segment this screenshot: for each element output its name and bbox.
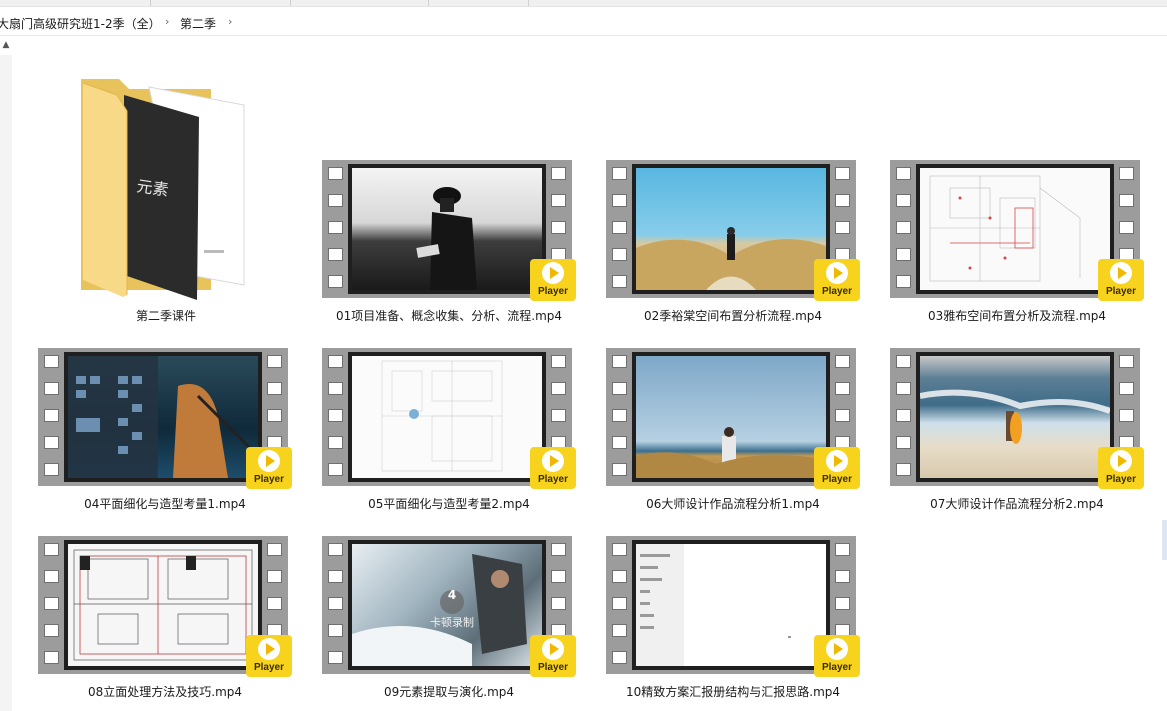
play-icon (1110, 262, 1132, 284)
player-badge: Player (814, 259, 860, 301)
play-icon (1110, 450, 1132, 472)
video-file-item[interactable]: Player 04平面细化与造型考量1.mp4 (38, 348, 308, 518)
video-file-item[interactable]: Player 06大师设计作品流程分析1.mp4 (606, 348, 876, 518)
overlay-text: 卡顿录制 (430, 616, 474, 629)
folder-item[interactable]: 元素 第二季课件 (39, 75, 293, 325)
player-badge: Player (814, 447, 860, 489)
file-name: 09元素提取与演化.mp4 (383, 685, 515, 699)
tab-strip (0, 0, 1167, 7)
play-icon (258, 450, 280, 472)
player-badge: Player (1098, 447, 1144, 489)
play-icon (542, 262, 564, 284)
play-icon (826, 638, 848, 660)
play-icon (826, 450, 848, 472)
player-badge: Player (1098, 259, 1144, 301)
vertical-scrollbar[interactable] (0, 55, 12, 711)
file-name: 01项目准备、概念收集、分析、流程.mp4 (335, 309, 563, 323)
file-name: 07大师设计作品流程分析2.mp4 (930, 497, 1104, 511)
file-name: 03雅布空间布置分析及流程.mp4 (927, 309, 1107, 323)
player-badge: Player (530, 259, 576, 301)
play-icon (542, 638, 564, 660)
chevron-right-icon[interactable]: › (228, 15, 232, 28)
file-name: 10精致方案汇报册结构与汇报思路.mp4 (625, 685, 841, 699)
play-icon (258, 638, 280, 660)
video-file-item[interactable]: Player 08立面处理方法及技巧.mp4 (38, 536, 308, 706)
video-file-item[interactable]: Player 01项目准备、概念收集、分析、流程.mp4 (322, 160, 592, 330)
player-badge: Player (530, 635, 576, 677)
chevron-right-icon[interactable]: › (165, 15, 169, 28)
file-name: 08立面处理方法及技巧.mp4 (87, 685, 243, 699)
breadcrumb: 大扇门高级研究班1-2季（全） › 第二季 › (0, 7, 1167, 36)
folder-icon: 元素 (81, 79, 245, 300)
video-file-item[interactable]: 4 卡顿录制 Player 09元素提取与演化.mp4 (322, 536, 592, 706)
player-badge: Player (246, 447, 292, 489)
scroll-up-arrow-icon[interactable]: ▲ (0, 40, 12, 52)
player-badge: Player (530, 447, 576, 489)
play-icon (826, 262, 848, 284)
video-file-item[interactable]: Player 05平面细化与造型考量2.mp4 (322, 348, 592, 518)
video-file-item[interactable]: Player 07大师设计作品流程分析2.mp4 (890, 348, 1160, 518)
video-file-item[interactable]: Player 02季裕棠空间布置分析流程.mp4 (606, 160, 876, 330)
video-file-item[interactable]: Player 10精致方案汇报册结构与汇报思路.mp4 (606, 536, 876, 706)
player-badge: Player (246, 635, 292, 677)
player-badge: Player (814, 635, 860, 677)
overlay-number: 4 (447, 588, 457, 602)
video-file-item[interactable]: Player 03雅布空间布置分析及流程.mp4 (890, 160, 1160, 330)
play-icon (542, 450, 564, 472)
breadcrumb-item-season[interactable]: 第二季 (180, 15, 216, 32)
file-name: 04平面细化与造型考量1.mp4 (84, 497, 246, 511)
right-edge-handle (1162, 520, 1167, 560)
file-name: 05平面细化与造型考量2.mp4 (368, 497, 530, 511)
file-name: 06大师设计作品流程分析1.mp4 (646, 497, 820, 511)
folder-name: 第二季课件 (135, 309, 196, 323)
breadcrumb-item-course[interactable]: 大扇门高级研究班1-2季（全） (0, 15, 161, 32)
file-name: 02季裕棠空间布置分析流程.mp4 (643, 309, 823, 323)
